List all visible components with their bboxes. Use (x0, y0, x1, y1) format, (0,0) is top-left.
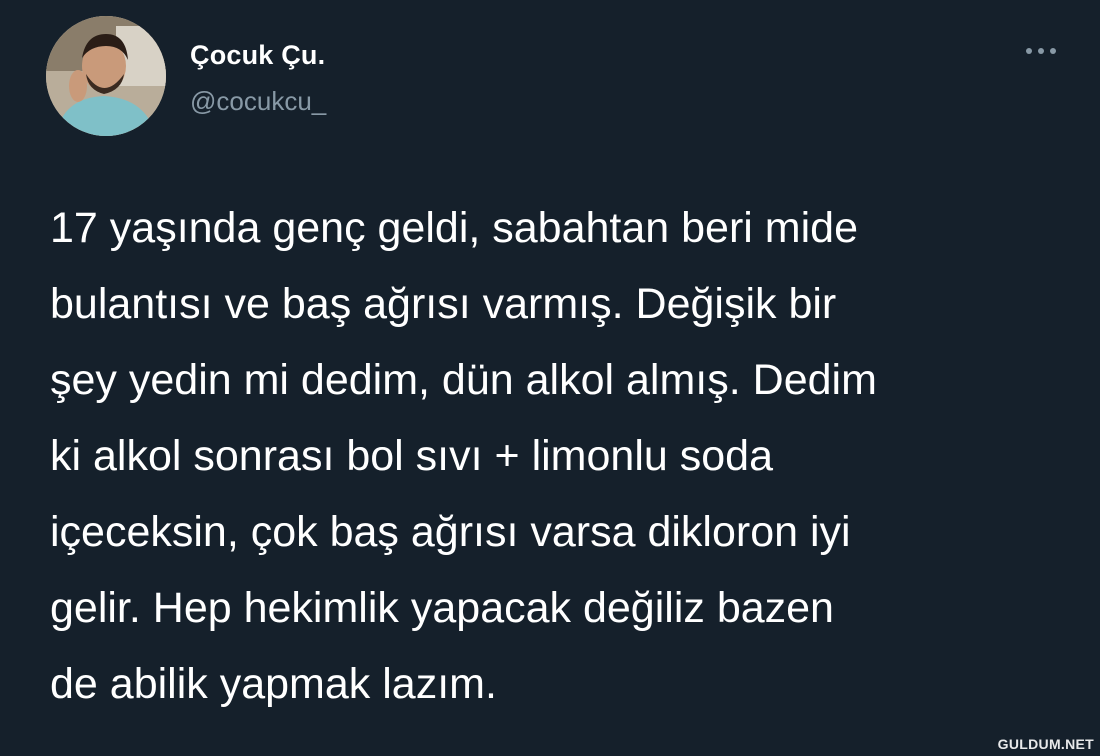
tweet-text-line: de abilik yapmak lazım. (50, 660, 497, 708)
tweet-text-line: ki alkol sonrası bol sıvı + limonlu soda (50, 432, 773, 480)
tweet-text-line: içeceksin, çok baş ağrısı varsa dikloron… (50, 508, 851, 556)
watermark: GULDUM.NET (997, 736, 1094, 752)
tweet-card: Çocuk Çu. @cocukcu_ 17 yaşında genç geld… (0, 0, 1100, 756)
more-horizontal-icon (1050, 48, 1056, 54)
tweet-text: 17 yaşında genç geldi, sabahtan beri mid… (50, 190, 1070, 722)
more-horizontal-icon (1026, 48, 1032, 54)
profile-photo-icon (46, 16, 166, 136)
display-name[interactable]: Çocuk Çu. (190, 40, 325, 71)
user-handle[interactable]: @cocukcu_ (190, 86, 326, 117)
more-options-button[interactable] (1016, 36, 1066, 66)
tweet-text-line: şey yedin mi dedim, dün alkol almış. Ded… (50, 356, 877, 404)
avatar[interactable] (46, 16, 166, 136)
tweet-text-line: gelir. Hep hekimlik yapacak değiliz baze… (50, 584, 834, 632)
tweet-text-line: 17 yaşında genç geldi, sabahtan beri mid… (50, 204, 858, 252)
more-horizontal-icon (1038, 48, 1044, 54)
tweet-text-line: bulantısı ve baş ağrısı varmış. Değişik … (50, 280, 837, 328)
